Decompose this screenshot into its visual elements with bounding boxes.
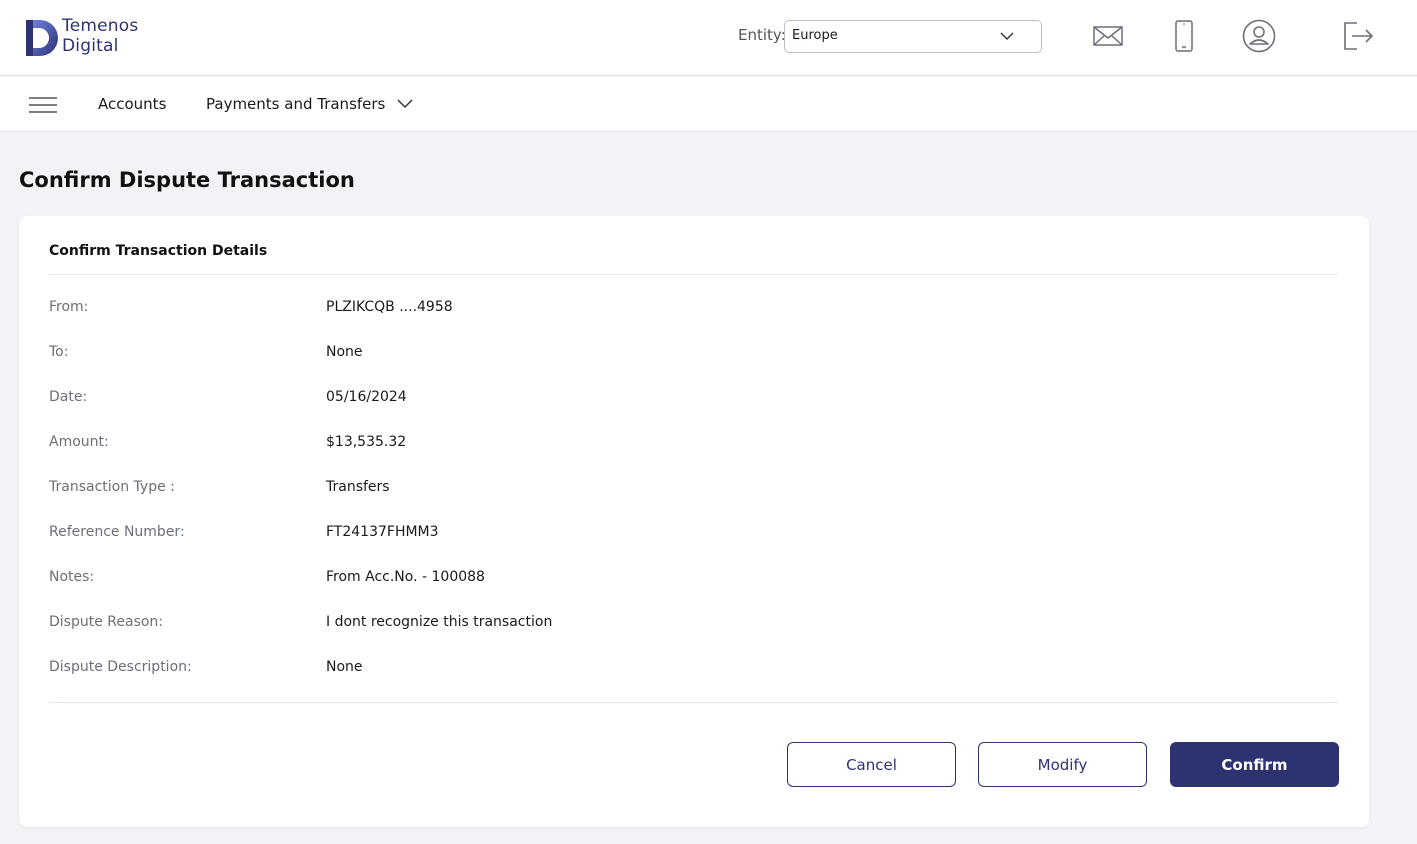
profile-icon [1242, 19, 1276, 53]
profile-button[interactable] [1241, 18, 1277, 54]
detail-row-reference-number: Reference Number: FT24137FHMM3 [49, 524, 1329, 546]
detail-row-to: To: None [49, 344, 1329, 366]
detail-label: From: [49, 299, 89, 315]
temenos-logo-icon [26, 20, 58, 56]
mail-icon [1093, 26, 1123, 46]
detail-value: Transfers [326, 479, 390, 495]
confirm-button[interactable]: Confirm [1170, 742, 1339, 787]
logout-icon [1344, 22, 1374, 50]
top-header: Temenos Digital Entity: Europe [0, 0, 1417, 76]
detail-label: Transaction Type : [49, 479, 175, 495]
mobile-button[interactable] [1166, 18, 1202, 54]
detail-label: Date: [49, 389, 88, 405]
detail-value: FT24137FHMM3 [326, 524, 439, 540]
detail-row-date: Date: 05/16/2024 [49, 389, 1329, 411]
brand-logo[interactable]: Temenos Digital [24, 16, 154, 60]
chevron-down-icon [1000, 32, 1014, 40]
detail-row-amount: Amount: $13,535.32 [49, 434, 1329, 456]
nav-item-payments-and-transfers[interactable]: Payments and Transfers [206, 95, 385, 113]
detail-label: Notes: [49, 569, 95, 585]
entity-label: Entity: [738, 26, 786, 44]
card-title: Confirm Transaction Details [49, 243, 268, 259]
divider [49, 702, 1338, 703]
detail-row-notes: Notes: From Acc.No. - 100088 [49, 569, 1329, 591]
detail-label: Dispute Description: [49, 659, 192, 675]
detail-value: $13,535.32 [326, 434, 407, 450]
detail-row-dispute-description: Dispute Description: None [49, 659, 1329, 681]
detail-value: None [326, 659, 363, 675]
cancel-button[interactable]: Cancel [787, 742, 956, 787]
detail-label: Dispute Reason: [49, 614, 164, 630]
detail-row-transaction-type: Transaction Type : Transfers [49, 479, 1329, 501]
page-title: Confirm Dispute Transaction [19, 168, 355, 192]
entity-select[interactable]: Europe [784, 20, 1042, 53]
detail-value: I dont recognize this transaction [326, 614, 553, 630]
confirm-details-card: Confirm Transaction Details From: PLZIKC… [19, 216, 1369, 827]
detail-row-from: From: PLZIKCQB ....4958 [49, 299, 1329, 321]
divider [49, 274, 1338, 275]
detail-label: To: [49, 344, 69, 360]
mobile-icon [1175, 20, 1193, 52]
detail-label: Reference Number: [49, 524, 185, 540]
detail-value: PLZIKCQB ....4958 [326, 299, 453, 315]
detail-value: From Acc.No. - 100088 [326, 569, 485, 585]
brand-line-1: Temenos [62, 16, 139, 36]
detail-label: Amount: [49, 434, 109, 450]
main-nav: Accounts Payments and Transfers [0, 77, 1417, 132]
nav-item-accounts[interactable]: Accounts [98, 95, 166, 113]
brand-line-2: Digital [62, 36, 119, 56]
hamburger-menu-icon[interactable] [29, 95, 57, 115]
entity-selected-value: Europe [792, 28, 838, 43]
chevron-down-icon[interactable] [396, 97, 414, 111]
modify-button[interactable]: Modify [978, 742, 1147, 787]
brand-name: Temenos Digital [62, 16, 138, 56]
mail-button[interactable] [1090, 18, 1126, 54]
detail-value: None [326, 344, 363, 360]
detail-value: 05/16/2024 [326, 389, 407, 405]
logout-button[interactable] [1340, 18, 1376, 54]
detail-row-dispute-reason: Dispute Reason: I dont recognize this tr… [49, 614, 1329, 636]
